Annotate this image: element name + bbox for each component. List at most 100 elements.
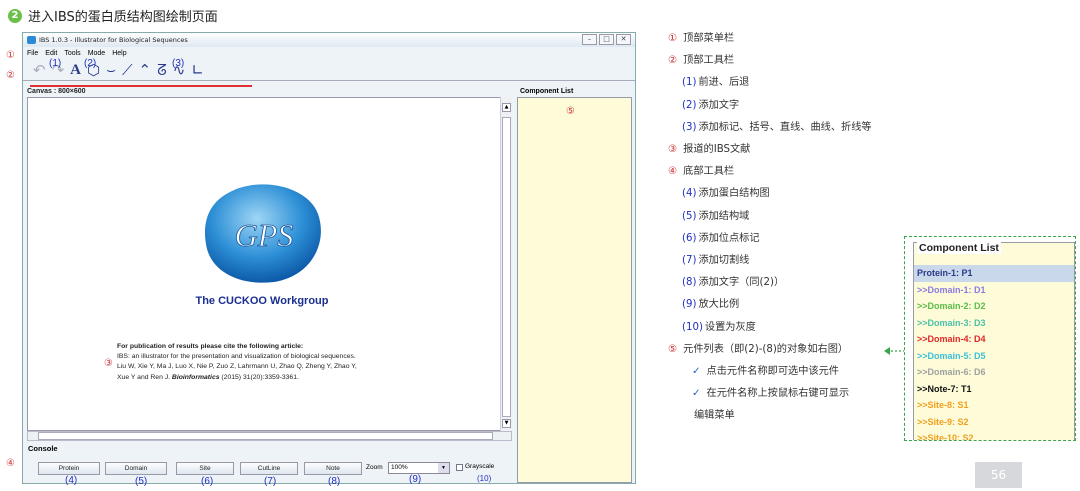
arrow-line-icon[interactable]: ⌃ <box>139 61 152 79</box>
zoom-label: Zoom <box>366 464 383 471</box>
component-list-panel[interactable]: ⑤ <box>517 97 632 483</box>
description-item-text: 添加切割线 <box>698 255 750 267</box>
grayscale-checkbox[interactable] <box>456 464 463 471</box>
description-item: ✓ 点击元件名称即可选中该元件 <box>668 361 872 383</box>
description-item-text: 前进、后退 <box>698 77 750 89</box>
description-item-text: 设置为灰度 <box>704 321 756 333</box>
description-item: (5) 添加结构域 <box>668 206 872 228</box>
description-item-number: (7) <box>682 255 697 267</box>
component-list-item[interactable]: >>Site-9: S2 <box>914 414 1074 431</box>
menu-mode[interactable]: Mode <box>88 50 106 57</box>
maximize-button[interactable]: □ <box>599 34 614 45</box>
canvas-size-label: Canvas : 800×600 <box>27 88 86 95</box>
add-text-icon[interactable]: A <box>70 61 81 79</box>
description-item-text: 顶部菜单栏 <box>683 33 735 44</box>
description-item-text: 添加文字 <box>698 99 740 111</box>
site-button[interactable]: Site <box>176 462 234 475</box>
description-item-text: 添加标记、括号、直线、曲线、折线等 <box>698 121 872 133</box>
description-item-text: 元件列表（即(2)-(8)的对象如右图） <box>683 343 849 355</box>
bottom-label-10: (10) <box>477 474 492 483</box>
app-icon <box>27 36 36 44</box>
component-list-item[interactable]: Protein-1: P1 <box>914 265 1074 282</box>
step-number-badge: 2 <box>8 8 22 23</box>
bottom-label-4: (4) <box>65 475 78 486</box>
description-item-number: (10) <box>682 321 703 333</box>
note-button[interactable]: Note <box>304 462 362 475</box>
gps-logo-text: GPS <box>235 217 294 253</box>
description-item-number: (4) <box>682 188 697 200</box>
gps-logo-icon: GPS <box>205 184 321 283</box>
description-item-number: ③ <box>668 144 678 156</box>
menu-file[interactable]: File <box>27 50 38 57</box>
menu-edit[interactable]: Edit <box>45 50 57 57</box>
zoom-select[interactable]: 100% ▼ <box>388 462 450 474</box>
component-list-example-title: Component List <box>917 242 1001 254</box>
menu-tools[interactable]: Tools <box>64 50 80 57</box>
scroll-up-icon[interactable]: ▲ <box>502 103 511 112</box>
vertical-scroll-thumb[interactable] <box>502 117 511 417</box>
description-item-text: 添加蛋白结构图 <box>698 188 770 200</box>
description-item: (9) 放大比例 <box>668 294 872 316</box>
window-title: IBS 1.0.3 - Illustrator for Biological S… <box>39 36 188 44</box>
horizontal-scrollbar[interactable] <box>27 431 512 441</box>
slide-title-text: 进入IBS的蛋白质结构图绘制页面 <box>28 10 218 25</box>
close-button[interactable]: ✕ <box>616 34 631 45</box>
line-icon[interactable]: ⟋ <box>122 61 133 79</box>
description-item: (6) 添加位点标记 <box>668 228 872 250</box>
bracket-icon[interactable]: ⌣ <box>106 61 116 79</box>
component-list-item[interactable]: >>Domain-6: D6 <box>914 364 1074 381</box>
domain-button[interactable]: Domain <box>105 462 167 475</box>
component-list-item[interactable]: >>Note-7: T1 <box>914 381 1074 398</box>
curve-icon[interactable]: ᘔ <box>157 61 167 79</box>
component-list-item[interactable]: >>Site-10: S2 <box>914 430 1074 440</box>
marker-component-list: ⑤ <box>566 106 575 117</box>
description-item-text: 底部工具栏 <box>683 166 735 178</box>
menubar: File Edit Tools Mode Help <box>23 47 635 59</box>
citation-line-2: Liu W, Xie Y, Ma J, Luo X, Nie P, Zuo Z,… <box>117 363 357 371</box>
description-item-text: 添加结构域 <box>698 210 750 222</box>
component-list-item[interactable]: >>Domain-1: D1 <box>914 282 1074 299</box>
marker-menubar: ① <box>6 50 15 61</box>
description-item-text: 添加文字（同(2)） <box>698 277 785 289</box>
bottom-label-6: (6) <box>201 476 214 487</box>
citation-line-3: Xue Y and Ren J. Bioinformatics (2015) 3… <box>117 373 299 381</box>
description-item-number: (6) <box>682 232 697 244</box>
polyline-icon[interactable]: ∟ <box>191 61 204 79</box>
window-titlebar: IBS 1.0.3 - Illustrator for Biological S… <box>23 33 635 47</box>
component-list-item[interactable]: >>Domain-2: D2 <box>914 298 1074 315</box>
description-item-number: (3) <box>682 121 697 133</box>
citation-line-1: IBS: an illustrator for the presentation… <box>117 353 356 361</box>
description-item-number: (1) <box>682 77 697 89</box>
scroll-down-icon[interactable]: ▼ <box>502 419 511 428</box>
protein-button[interactable]: Protein <box>38 462 100 475</box>
page-number: 56 <box>975 462 1022 488</box>
horizontal-scroll-thumb[interactable] <box>38 432 493 440</box>
description-item: (2) 添加文字 <box>668 95 872 117</box>
description-item-number: ① <box>668 33 678 44</box>
component-list-item[interactable]: >>Domain-5: D5 <box>914 348 1074 365</box>
chevron-down-icon[interactable]: ▼ <box>438 463 449 473</box>
cutline-button[interactable]: CutLine <box>240 462 298 475</box>
description-item: ✓ 在元件名称上按鼠标右键可显示 <box>668 383 872 405</box>
description-item-text: 添加位点标记 <box>698 232 760 244</box>
grayscale-label: Grayscale <box>465 463 495 470</box>
undo-icon[interactable]: ↶ <box>33 61 46 79</box>
top-toolbar: ↶ ↷ A ⬡ ⌣ ⟋ ⌃ ᘔ ∿ ∟ <box>23 59 635 81</box>
description-item: ① 顶部菜单栏 <box>668 28 872 50</box>
vertical-scrollbar[interactable]: ▲ ▼ <box>500 97 512 431</box>
description-item: (3) 添加标记、括号、直线、曲线、折线等 <box>668 117 872 139</box>
menu-help[interactable]: Help <box>112 50 126 57</box>
description-item-number: (2) <box>682 99 697 111</box>
component-list-item[interactable]: >>Domain-3: D3 <box>914 315 1074 332</box>
description-item-number: (9) <box>682 299 697 311</box>
description-item: ④ 底部工具栏 <box>668 161 872 183</box>
toolbar-label-1: (1) <box>49 58 62 69</box>
description-item-number: (8) <box>682 277 697 289</box>
citation-heading: For publication of results please cite t… <box>117 343 304 350</box>
minimize-button[interactable]: – <box>582 34 597 45</box>
console-label: Console <box>28 444 58 453</box>
component-list-item[interactable]: >>Site-8: S1 <box>914 397 1074 414</box>
description-item: (1) 前进、后退 <box>668 72 872 94</box>
description-item-number: ⑤ <box>668 343 678 355</box>
component-list-item[interactable]: >>Domain-4: D4 <box>914 331 1074 348</box>
